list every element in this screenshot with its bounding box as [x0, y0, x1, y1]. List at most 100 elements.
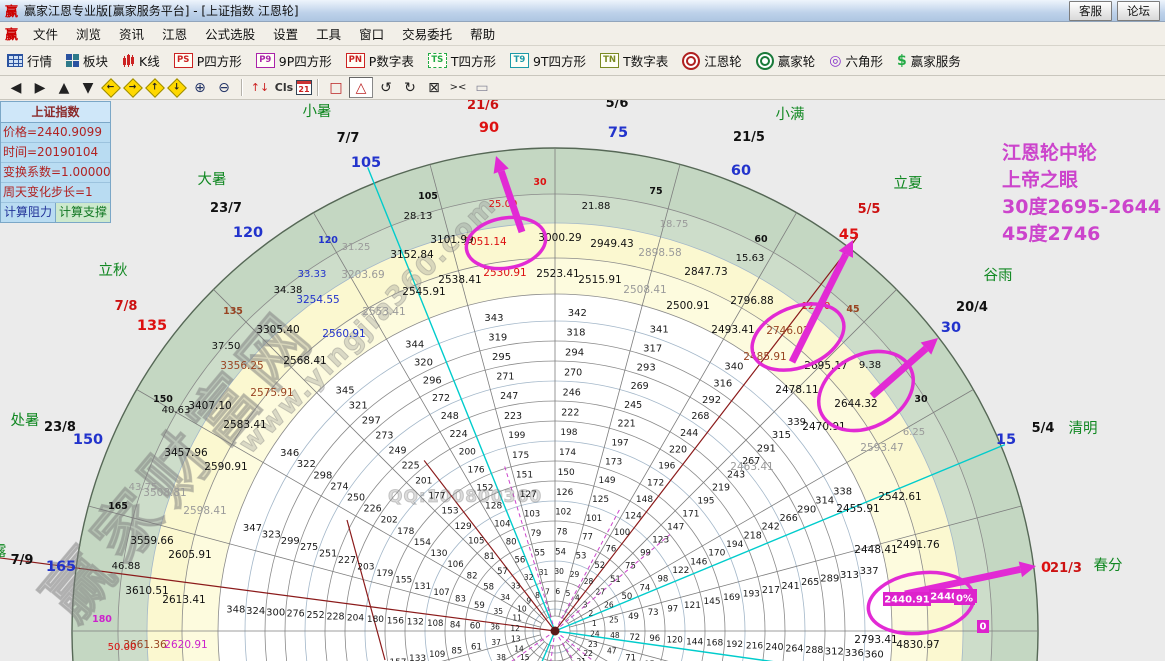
panel-row-3: 周天变化步长=1 — [1, 183, 110, 203]
svg-text:60: 60 — [470, 622, 481, 632]
svg-text:2515.91: 2515.91 — [578, 274, 621, 286]
menu-公式选股[interactable]: 公式选股 — [196, 22, 264, 45]
menu-设置[interactable]: 设置 — [264, 22, 307, 45]
svg-text:125: 125 — [592, 495, 609, 505]
toolbar-winner-wheel-button[interactable]: 赢家轮 — [749, 51, 823, 70]
menu-窗口[interactable]: 窗口 — [350, 22, 393, 45]
svg-text:155: 155 — [395, 575, 412, 585]
menu-交易委托[interactable]: 交易委托 — [393, 22, 461, 45]
svg-text:156: 156 — [387, 616, 404, 626]
t-square-icon: TS — [427, 53, 447, 68]
menu-江恩[interactable]: 江恩 — [153, 22, 196, 45]
updown-arrows-icon[interactable]: ↑↓ — [249, 78, 271, 97]
triangle-tool-icon[interactable]: △ — [349, 77, 373, 98]
svg-text:4830.97: 4830.97 — [896, 639, 939, 651]
menu-工具[interactable]: 工具 — [307, 22, 350, 45]
svg-text:192: 192 — [726, 640, 743, 650]
calc-resistance-button[interactable]: 计算阻力 — [1, 203, 56, 222]
svg-text:2605.91: 2605.91 — [168, 549, 211, 561]
svg-text:105: 105 — [351, 155, 381, 171]
toolbar-t-number-button[interactable]: TN T数字表 — [593, 51, 675, 70]
svg-text:203: 203 — [357, 562, 374, 572]
forum-button[interactable]: 论坛 — [1117, 0, 1160, 21]
svg-text:346: 346 — [280, 448, 299, 459]
svg-text:56: 56 — [515, 555, 526, 565]
step-right-icon[interactable]: → — [123, 77, 143, 98]
cls-button[interactable]: Cls — [273, 78, 295, 97]
svg-text:30: 30 — [914, 394, 928, 405]
svg-text:102: 102 — [555, 508, 571, 518]
toolbar-kline-button[interactable]: K线 — [115, 51, 167, 70]
svg-text:199: 199 — [508, 431, 525, 441]
step-down-icon[interactable]: ↓ — [167, 77, 187, 98]
menu-文件[interactable]: 文件 — [24, 22, 67, 45]
svg-text:22: 22 — [583, 649, 593, 658]
svg-text:3407.10: 3407.10 — [188, 400, 231, 412]
svg-text:104: 104 — [494, 519, 510, 529]
svg-text:227: 227 — [338, 555, 356, 566]
calendar-icon[interactable]: 21 — [296, 80, 312, 95]
toolbar-sectors-button[interactable]: 板块 — [59, 51, 115, 70]
svg-text:28: 28 — [584, 577, 594, 586]
svg-text:37.50: 37.50 — [212, 341, 241, 352]
svg-text:48: 48 — [610, 631, 620, 640]
9p-square-label: 9P四方形 — [278, 54, 332, 69]
menu-资讯[interactable]: 资讯 — [110, 22, 153, 45]
collapse-icon[interactable]: >< — [447, 78, 469, 97]
toolbar-winner-service-button[interactable]: $ 赢家服务 — [890, 51, 968, 70]
calc-support-button[interactable]: 计算支撑 — [56, 203, 110, 222]
nav-up-icon[interactable]: ▲ — [53, 78, 75, 97]
svg-text:320: 320 — [414, 357, 433, 368]
toolbar-gann-wheel-button[interactable]: 江恩轮 — [675, 51, 749, 70]
rotate-ccw-icon[interactable]: ↺ — [375, 78, 397, 97]
nav-left-icon[interactable]: ◀ — [5, 78, 27, 97]
svg-text:2560.91: 2560.91 — [322, 328, 365, 340]
toolbar-quotes-button[interactable]: 行情 — [0, 51, 59, 70]
menu-浏览[interactable]: 浏览 — [67, 22, 110, 45]
rotate-cw-icon[interactable]: ↻ — [399, 78, 421, 97]
square-tool-icon[interactable]: □ — [325, 78, 347, 97]
svg-text:84: 84 — [450, 620, 461, 630]
svg-text:7: 7 — [545, 587, 550, 596]
zoom-out-icon[interactable]: ⊖ — [213, 78, 235, 97]
toolbar-hexagon-button[interactable]: ◎ 六角形 — [822, 51, 890, 70]
index-info-panel: 上证指数 价格=2440.9099 时间=20190104 变换系数=1.00000… — [0, 101, 111, 223]
svg-text:337: 337 — [860, 566, 879, 577]
svg-text:36: 36 — [490, 623, 500, 632]
svg-text:7/8: 7/8 — [115, 299, 138, 314]
svg-text:2583.41: 2583.41 — [223, 419, 266, 431]
svg-text:219: 219 — [712, 482, 730, 493]
svg-text:271: 271 — [496, 372, 514, 383]
toolbar-9t-square-button[interactable]: T9 9T四方形 — [503, 51, 593, 70]
quotes-label: 行情 — [27, 54, 53, 69]
svg-text:128: 128 — [485, 502, 502, 512]
toolbar-p-number-button[interactable]: PN P数字表 — [339, 51, 421, 70]
svg-text:0%: 0% — [956, 594, 973, 605]
svg-text:317: 317 — [643, 343, 662, 354]
svg-text:248: 248 — [441, 411, 459, 422]
svg-text:85: 85 — [451, 646, 462, 656]
nav-down-icon[interactable]: ▼ — [77, 78, 99, 97]
zoom-in-icon[interactable]: ⊕ — [189, 78, 211, 97]
box-x-icon[interactable]: ⊠ — [423, 78, 445, 97]
svg-text:275: 275 — [300, 542, 318, 553]
annotation-line: 江恩轮中轮 — [1002, 142, 1098, 164]
svg-text:2485.91: 2485.91 — [743, 351, 786, 363]
toolbar-p-square-button[interactable]: PS P四方形 — [167, 51, 249, 70]
svg-text:立秋: 立秋 — [99, 262, 128, 279]
toolbar-t-square-button[interactable]: TS T四方形 — [421, 51, 503, 70]
hexagon-icon: ◎ — [829, 52, 842, 69]
customer-service-button[interactable]: 客服 — [1069, 0, 1112, 21]
menu-帮助[interactable]: 帮助 — [461, 22, 504, 45]
step-up-icon[interactable]: ↑ — [145, 77, 165, 98]
svg-text:49: 49 — [628, 612, 639, 622]
toolbar-9p-square-button[interactable]: P9 9P四方形 — [249, 51, 339, 70]
svg-text:76: 76 — [606, 544, 617, 554]
step-left-icon[interactable]: ← — [101, 77, 121, 98]
svg-text:144: 144 — [686, 637, 703, 647]
nav-right-icon[interactable]: ▶ — [29, 78, 51, 97]
svg-text:131: 131 — [414, 582, 431, 592]
svg-text:7/9: 7/9 — [11, 553, 34, 568]
screen-icon[interactable]: ▭ — [471, 78, 493, 97]
svg-text:2455.91: 2455.91 — [836, 503, 879, 515]
